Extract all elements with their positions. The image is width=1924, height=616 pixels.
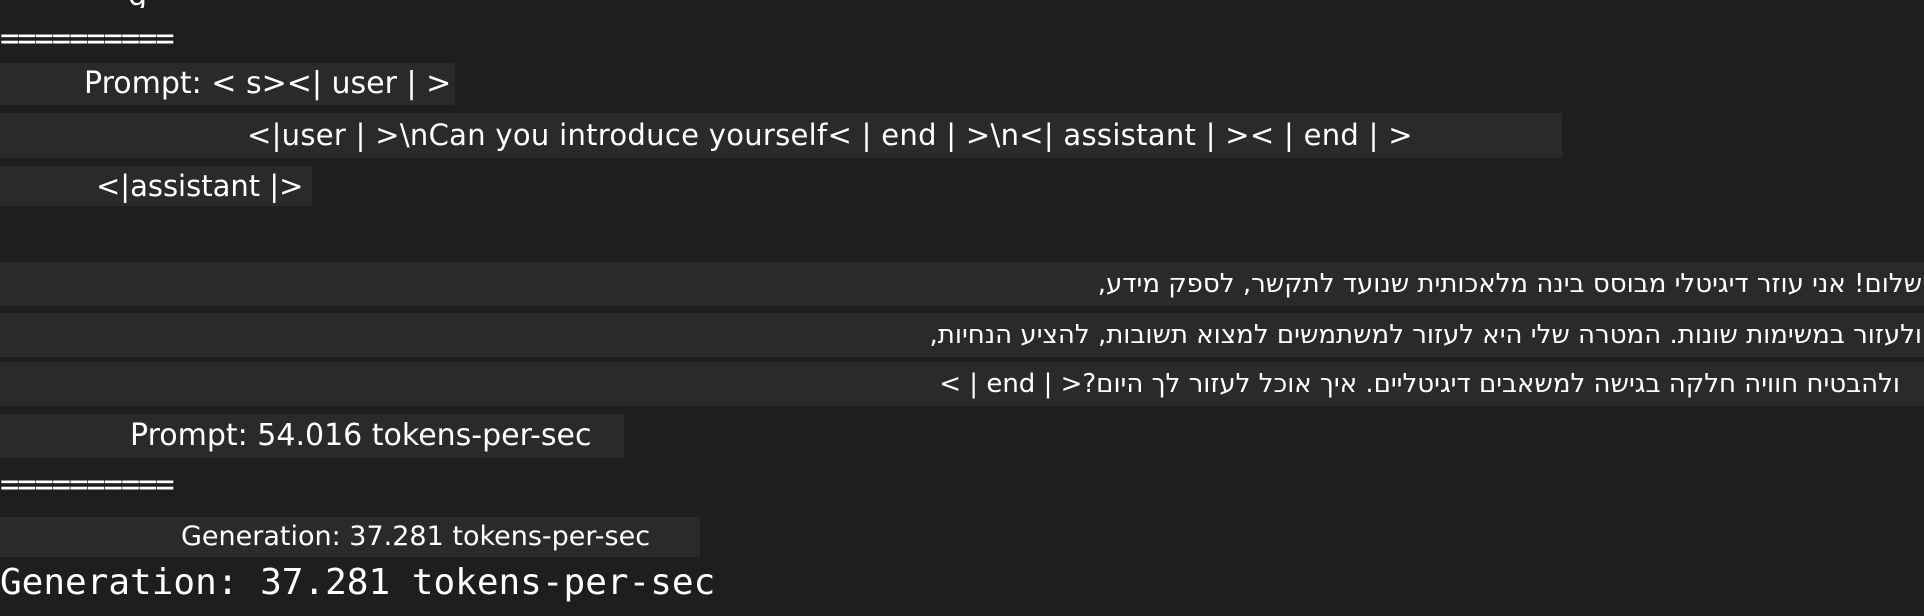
cut-off-line: g (128, 0, 147, 8)
generation-speed-highlight: Generation: 37.281 tokens-per-sec (181, 521, 651, 552)
generation-speed: Generation: 37.281 tokens-per-sec (0, 562, 716, 603)
response-line-1: שלום! אני עוזר דיגיטלי מבוסס בינה מלאכות… (1097, 269, 1922, 299)
separator-top: ========== (0, 19, 175, 57)
prompt-line-3: <|assistant |> (96, 169, 304, 203)
separator-bottom: ========== (0, 465, 175, 503)
prompt-speed: Prompt: 54.016 tokens-per-sec (130, 418, 592, 453)
terminal-output: g ========== Prompt: < s><| user | > <|u… (0, 0, 1924, 616)
prompt-line-1: Prompt: < s><| user | > (84, 66, 452, 101)
response-line-3: ולהבטיח חוויה חלקה בגישה למשאבים דיגיטלי… (939, 369, 1900, 399)
prompt-line-2: <|user | >\nCan you introduce yourself< … (247, 118, 1413, 152)
response-line-2: ולעזור במשימות שונות. המטרה שלי היא לעזו… (929, 320, 1922, 350)
